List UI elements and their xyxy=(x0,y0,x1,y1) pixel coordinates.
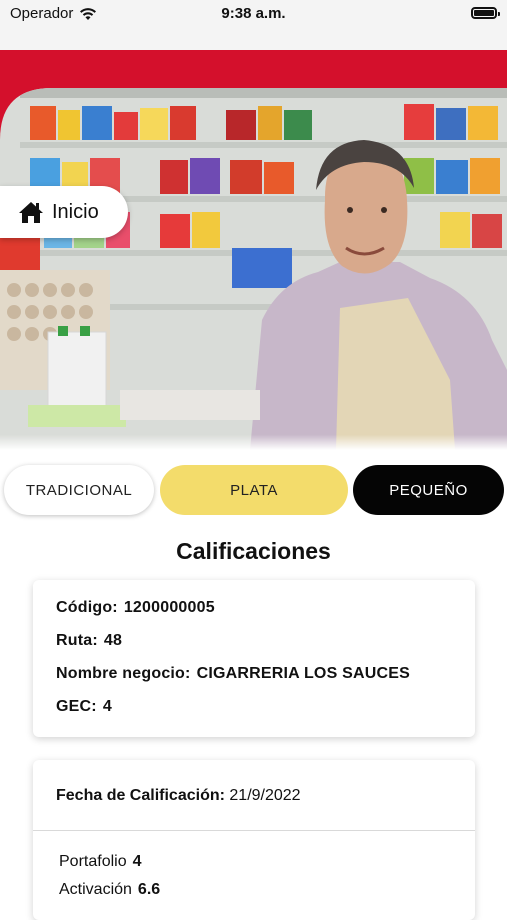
home-button-label: Inicio xyxy=(52,200,99,223)
nombre-negocio-row: Nombre negocio: CIGARRERIA LOS SAUCES xyxy=(56,665,410,683)
nav-bar xyxy=(0,30,507,50)
home-button[interactable]: Inicio xyxy=(0,186,128,238)
metric-row: Activación 6.6 xyxy=(59,881,160,899)
segment-tradicional[interactable]: TRADICIONAL xyxy=(4,465,154,515)
hero-banner: Inicio xyxy=(0,50,507,450)
nombre-negocio-label: Nombre negocio: xyxy=(56,665,191,682)
codigo-label: Código: xyxy=(56,599,118,616)
metric-label: Activación xyxy=(59,881,132,898)
metric-label: Portafolio xyxy=(59,853,127,870)
fecha-row: Fecha de Calificación: 21/9/2022 xyxy=(56,787,301,805)
segment-pequeno[interactable]: PEQUEÑO xyxy=(353,465,504,515)
ruta-value: 48 xyxy=(103,632,123,649)
gec-label: GEC: xyxy=(56,698,97,715)
metric-row: Portafolio 4 xyxy=(59,853,142,871)
gec-value: 4 xyxy=(102,698,112,715)
gec-row: GEC: 4 xyxy=(56,698,112,716)
fecha-label: Fecha de Calificación: xyxy=(56,787,225,804)
customer-info-card: Código: 1200000005 Ruta: 48 Nombre negocio… xyxy=(33,580,475,737)
fecha-value: 21/9/2022 xyxy=(229,787,301,804)
codigo-row: Código: 1200000005 xyxy=(56,599,215,617)
codigo-value: 1200000005 xyxy=(123,599,215,616)
rating-card: Fecha de Calificación: 21/9/2022 Portafo… xyxy=(33,760,475,920)
divider xyxy=(33,830,475,831)
nombre-negocio-value: CIGARRERIA LOS SAUCES xyxy=(196,665,410,682)
ruta-label: Ruta: xyxy=(56,632,98,649)
section-title: Calificaciones xyxy=(176,538,331,564)
clock: 9:38 a.m. xyxy=(221,5,286,22)
home-icon xyxy=(19,202,43,223)
status-bar: Operador 9:38 a.m. xyxy=(0,0,507,30)
store-owner-photo xyxy=(0,88,507,450)
metric-value: 4 xyxy=(132,853,142,870)
segment-plata[interactable]: PLATA xyxy=(160,465,348,515)
battery-icon xyxy=(471,7,500,19)
ruta-row: Ruta: 48 xyxy=(56,632,122,650)
metric-value: 6.6 xyxy=(137,881,161,898)
